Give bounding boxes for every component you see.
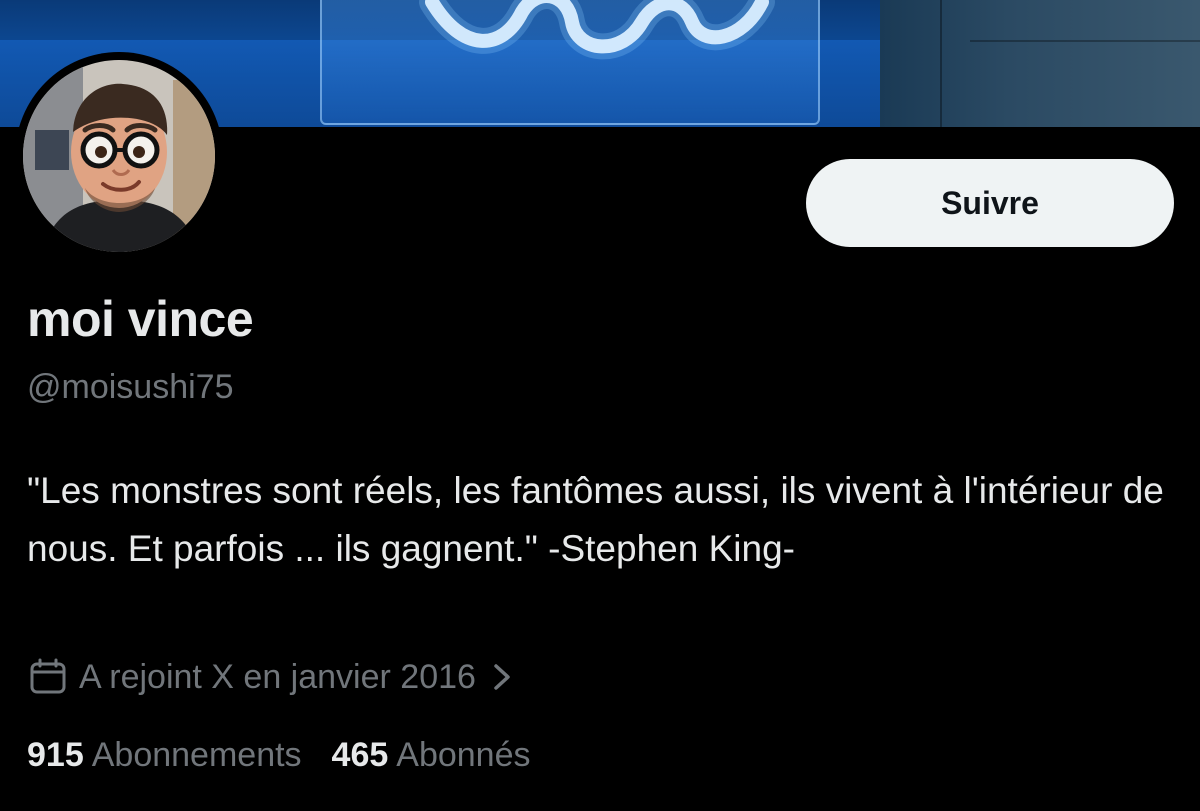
handle: @moisushi75 <box>27 368 234 406</box>
bio: "Les monstres sont réels, les fantômes a… <box>27 470 1164 569</box>
following-stat[interactable]: 915 Abonnements <box>27 736 302 775</box>
display-name: moi vince <box>27 291 254 347</box>
banner-neon-sign <box>320 0 820 125</box>
follow-button[interactable]: Suivre <box>806 159 1174 247</box>
avatar[interactable] <box>15 52 223 260</box>
following-count: 915 <box>27 736 84 774</box>
calendar-icon <box>30 658 66 694</box>
follow-stats: 915 Abonnements 465 Abonnés <box>27 736 561 775</box>
banner-wall <box>880 0 1200 127</box>
joined-date: A rejoint X en janvier 2016 <box>79 657 476 696</box>
joined-date-row[interactable]: A rejoint X en janvier 2016 <box>27 656 514 698</box>
following-label: Abonnements <box>91 736 302 774</box>
followers-label: Abonnés <box>396 736 531 774</box>
chevron-right-icon <box>494 664 510 690</box>
avatar-image <box>23 60 215 252</box>
followers-stat[interactable]: 465 Abonnés <box>332 736 531 775</box>
followers-count: 465 <box>331 736 389 774</box>
profile-page: Suivre moi vince @moisushi75 "Les monstr… <box>0 0 1200 811</box>
